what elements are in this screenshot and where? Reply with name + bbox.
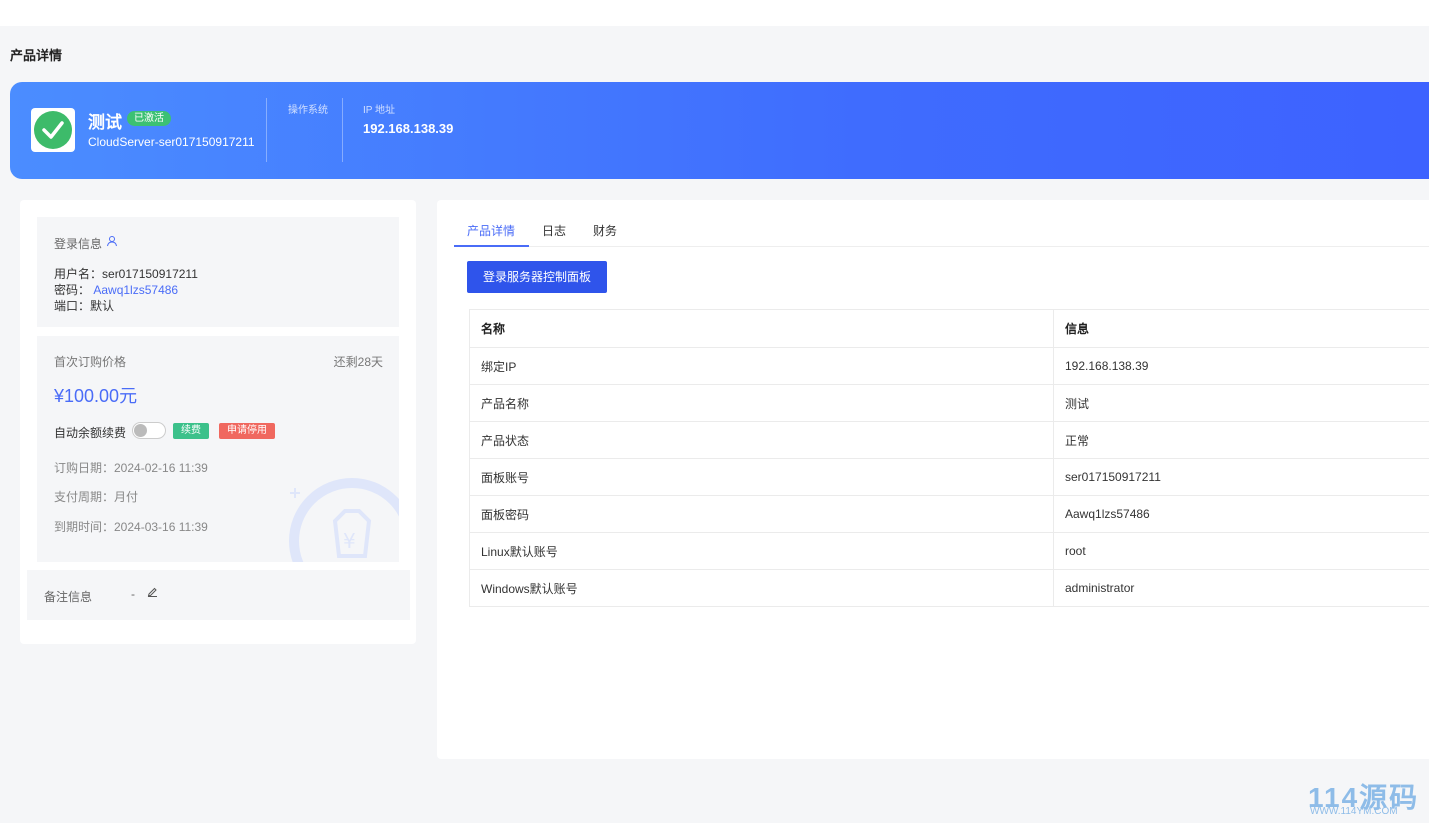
row-value: ser017150917211 (1053, 458, 1429, 496)
money-bag-icon: ¥ (289, 478, 399, 562)
user-icon (107, 236, 117, 247)
password-line: 密码： Aawq1lzs57486 (54, 281, 178, 298)
banner-divider (342, 98, 343, 162)
row-value: administrator (1053, 569, 1429, 607)
notes-label: 备注信息 (44, 590, 93, 604)
table-header-row: 名称 信息 (469, 309, 1429, 348)
renew-button[interactable]: 续费 (173, 423, 209, 439)
pay-cycle: 支付周期：月付 (54, 490, 139, 504)
first-price-label: 首次订购价格 (54, 355, 127, 369)
page-title: 产品详情 (10, 48, 63, 63)
table-row: Windows默认账号 administrator (469, 569, 1429, 607)
table-row: 面板密码 Aawq1lzs57486 (469, 495, 1429, 533)
product-info-table: 名称 信息 绑定IP 192.168.138.39 产品名称 测试 产品状态 正常 面… (469, 309, 1429, 607)
username-label: 用户名： (54, 267, 103, 281)
port-value: 默认 (90, 299, 115, 313)
tab-finance[interactable]: 财务 (593, 222, 617, 247)
column-header-name: 名称 (469, 309, 1054, 348)
row-name: 产品状态 (469, 421, 1054, 459)
port-label: 端口： (54, 299, 91, 313)
row-value: root (1053, 532, 1429, 570)
product-banner: 测试 已激活 CloudServer-ser017150917211 操作系统 … (10, 82, 1429, 179)
banner-divider (266, 98, 267, 162)
order-date: 订购日期：2024-02-16 11:39 (54, 461, 208, 475)
table-row: 产品状态 正常 (469, 421, 1429, 459)
column-header-info: 信息 (1053, 309, 1429, 348)
auto-renew-toggle[interactable] (132, 422, 166, 439)
tab-logs[interactable]: 日志 (542, 222, 566, 247)
row-value: Aawq1lzs57486 (1053, 495, 1429, 533)
login-console-button[interactable]: 登录服务器控制面板 (467, 261, 607, 293)
table-row: 产品名称 测试 (469, 384, 1429, 422)
row-name: 产品名称 (469, 384, 1054, 422)
status-icon-box (31, 108, 75, 152)
username-line: 用户名：ser017150917211 (54, 265, 198, 282)
row-name: Linux默认账号 (469, 532, 1054, 570)
ip-value: 192.168.138.39 (363, 121, 454, 136)
table-row: 绑定IP 192.168.138.39 (469, 347, 1429, 385)
login-info-title: 登录信息 (54, 237, 103, 251)
watermark-url: WWW.114YM.COM (1310, 806, 1398, 817)
right-detail-card: 产品详情 日志 财务 登录服务器控制面板 名称 信息 绑定IP 192.168.1… (437, 200, 1429, 759)
row-value: 192.168.138.39 (1053, 347, 1429, 385)
svg-text:¥: ¥ (343, 529, 356, 553)
toggle-knob (134, 424, 147, 437)
top-bar (0, 0, 1429, 26)
product-name: 测试 (88, 113, 122, 132)
notes-value: - (131, 587, 135, 601)
left-info-card: 登录信息 用户名：ser017150917211 密码： Aawq1lzs574… (20, 200, 416, 644)
login-info-box: 登录信息 用户名：ser017150917211 密码： Aawq1lzs574… (37, 217, 399, 327)
ip-label: IP 地址 (363, 105, 396, 116)
remaining-days: 还剩28天 (333, 355, 383, 369)
table-row: 面板账号 ser017150917211 (469, 458, 1429, 496)
port-line: 端口：默认 (54, 297, 114, 314)
row-name: 面板密码 (469, 495, 1054, 533)
auto-renew-label: 自动余额续费 (54, 426, 127, 440)
edit-icon[interactable] (147, 586, 158, 597)
notes-box: 备注信息 - (27, 570, 410, 620)
row-value: 正常 (1053, 421, 1429, 459)
username-value: ser017150917211 (102, 267, 198, 281)
detail-tabs: 产品详情 日志 财务 (454, 222, 1429, 247)
suspend-button[interactable]: 申请停用 (219, 423, 275, 439)
server-id: CloudServer-ser017150917211 (88, 135, 255, 149)
password-value[interactable]: Aawq1lzs57486 (93, 283, 178, 297)
table-row: Linux默认账号 root (469, 532, 1429, 570)
tab-product-detail[interactable]: 产品详情 (454, 222, 529, 247)
price-value: ¥100.00元 (54, 386, 138, 406)
status-badge: 已激活 (127, 111, 171, 126)
password-label: 密码： (54, 283, 91, 297)
check-icon (34, 111, 72, 149)
row-name: 绑定IP (469, 347, 1054, 385)
row-name: 面板账号 (469, 458, 1054, 496)
os-label: 操作系统 (288, 105, 328, 116)
billing-box: 首次订购价格 还剩28天 ¥100.00元 自动余额续费 续费 申请停用 订购日… (37, 336, 399, 562)
expire-time: 到期时间：2024-03-16 11:39 (54, 520, 208, 534)
row-name: Windows默认账号 (469, 569, 1054, 607)
row-value: 测试 (1053, 384, 1429, 422)
